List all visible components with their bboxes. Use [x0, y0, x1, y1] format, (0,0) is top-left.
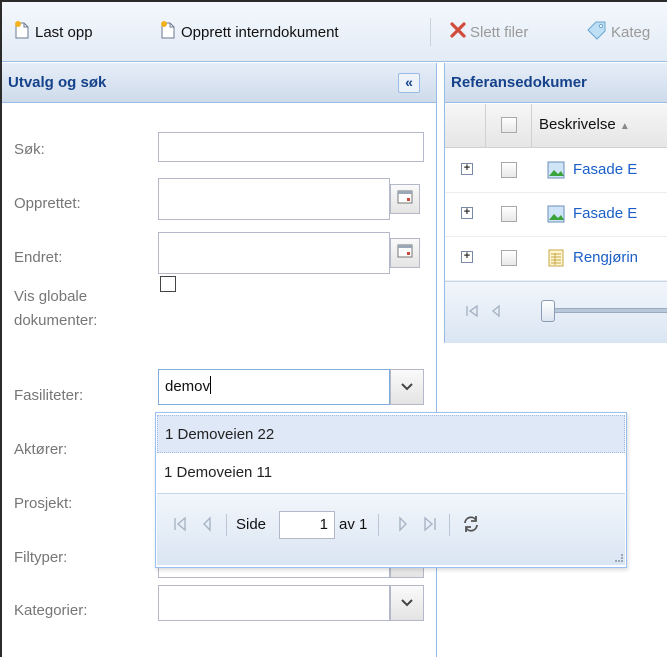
- row-checkbox[interactable]: [501, 206, 517, 222]
- last-page-icon[interactable]: [423, 516, 437, 536]
- upload-label: Last opp: [35, 23, 93, 41]
- reference-documents-panel: Referansedokumer Beskrivelse ▲ + Fasade …: [444, 63, 667, 343]
- create-internal-doc-button[interactable]: Opprett interndokument: [158, 20, 339, 44]
- changed-label: Endret:: [14, 249, 63, 266]
- first-page-icon[interactable]: [465, 304, 479, 322]
- create-internal-label: Opprett interndokument: [181, 23, 339, 41]
- text-cursor: [210, 376, 212, 394]
- chevron-down-icon: [401, 379, 413, 396]
- changed-date-input[interactable]: [158, 232, 390, 274]
- pager-separator: [378, 514, 379, 536]
- new-doc-icon: [12, 20, 32, 44]
- grid-paging-toolbar: [445, 281, 667, 343]
- row-checkbox[interactable]: [501, 162, 517, 178]
- search-input[interactable]: [158, 132, 424, 162]
- document-link[interactable]: Fasade E: [573, 161, 637, 178]
- show-global-checkbox[interactable]: [160, 276, 176, 292]
- upload-button[interactable]: Last opp: [12, 20, 93, 44]
- new-doc-icon: [158, 20, 178, 44]
- refresh-icon[interactable]: [461, 514, 481, 538]
- select-all-checkbox[interactable]: [501, 117, 517, 133]
- row-checkbox[interactable]: [501, 250, 517, 266]
- categorize-button[interactable]: Kateg: [586, 20, 650, 44]
- created-label: Opprettet:: [14, 195, 81, 212]
- facilities-label: Fasiliteter:: [14, 387, 84, 404]
- categories-combo-input[interactable]: [158, 585, 390, 621]
- dropdown-option[interactable]: 1 Demoveien 11: [157, 453, 625, 491]
- page-label: Side: [236, 516, 267, 533]
- image-icon: [547, 161, 565, 183]
- filetypes-label: Filtyper:: [14, 549, 68, 566]
- zoom-slider-thumb[interactable]: [541, 300, 555, 322]
- zoom-slider-track[interactable]: [541, 308, 667, 313]
- column-divider: [485, 104, 486, 148]
- calendar-icon: [397, 189, 413, 209]
- chevron-down-icon: [401, 595, 413, 612]
- sort-asc-icon: ▲: [619, 121, 630, 132]
- dropdown-option-label: 1 Demoveien 11: [164, 463, 273, 481]
- filter-panel-header: Utvalg og søk: [2, 63, 436, 103]
- description-column-header[interactable]: Beskrivelse ▲: [539, 116, 630, 133]
- table-row[interactable]: + Rengjørin: [445, 237, 667, 281]
- resize-handle[interactable]: [615, 554, 623, 562]
- categories-dropdown-button[interactable]: [390, 585, 424, 621]
- first-page-icon[interactable]: [173, 516, 187, 536]
- facilities-combo-input[interactable]: demov: [158, 369, 390, 405]
- show-global-label-line2: dokumenter:: [14, 312, 98, 329]
- page-number-input[interactable]: 1: [279, 511, 335, 539]
- filter-panel-title: Utvalg og søk: [8, 74, 107, 91]
- expand-row-icon[interactable]: +: [461, 207, 473, 219]
- document-link[interactable]: Rengjørin: [573, 249, 638, 266]
- previous-page-icon[interactable]: [489, 304, 503, 322]
- dropdown-option-label: 1 Demoveien 22: [165, 425, 275, 443]
- column-divider: [531, 104, 532, 148]
- actors-label: Aktører:: [14, 441, 68, 458]
- facilities-value: demov: [165, 378, 211, 395]
- description-column-label: Beskrivelse: [539, 116, 616, 133]
- toolbar-separator: [430, 18, 431, 46]
- next-page-icon[interactable]: [397, 516, 409, 536]
- created-date-input[interactable]: [158, 178, 390, 220]
- grid-header-row: Beskrivelse ▲: [445, 104, 667, 148]
- table-row[interactable]: + Fasade E: [445, 149, 667, 193]
- categorize-label: Kateg: [611, 23, 651, 41]
- calendar-icon: [397, 243, 413, 263]
- dropdown-option[interactable]: 1 Demoveien 22: [157, 415, 625, 453]
- expand-row-icon[interactable]: +: [461, 163, 473, 175]
- table-doc-icon: [547, 249, 565, 271]
- pager-separator: [449, 514, 450, 536]
- project-label: Prosjekt:: [14, 495, 73, 512]
- tag-icon: [586, 20, 608, 44]
- delete-label: Slett filer: [470, 23, 529, 41]
- search-label: Søk:: [14, 141, 45, 158]
- table-row[interactable]: + Fasade E: [445, 193, 667, 237]
- show-global-label-line1: Vis globale: [14, 288, 88, 305]
- facilities-dropdown-list: 1 Demoveien 22 1 Demoveien 11 Side 1 av …: [155, 412, 627, 568]
- document-link[interactable]: Fasade E: [573, 205, 637, 222]
- dropdown-paging-toolbar: Side 1 av 1: [157, 493, 625, 565]
- reference-documents-title: Referansedokumer: [451, 74, 587, 91]
- delete-x-icon: [449, 21, 467, 43]
- pager-separator: [226, 514, 227, 536]
- previous-page-icon[interactable]: [201, 516, 213, 536]
- delete-files-button[interactable]: Slett filer: [449, 20, 528, 44]
- facilities-dropdown-button[interactable]: [390, 369, 424, 405]
- expand-row-icon[interactable]: +: [461, 251, 473, 263]
- categories-label: Kategorier:: [14, 602, 88, 619]
- toolbar: Last opp Opprett interndokument Slett fi…: [2, 2, 667, 62]
- created-date-picker-button[interactable]: [390, 184, 420, 214]
- double-chevron-left-icon: «: [405, 74, 413, 90]
- image-icon: [547, 205, 565, 227]
- changed-date-picker-button[interactable]: [390, 238, 420, 268]
- page-count-label: av 1: [339, 516, 368, 533]
- reference-documents-header: Referansedokumer: [445, 63, 667, 103]
- collapse-panel-button[interactable]: «: [398, 73, 420, 93]
